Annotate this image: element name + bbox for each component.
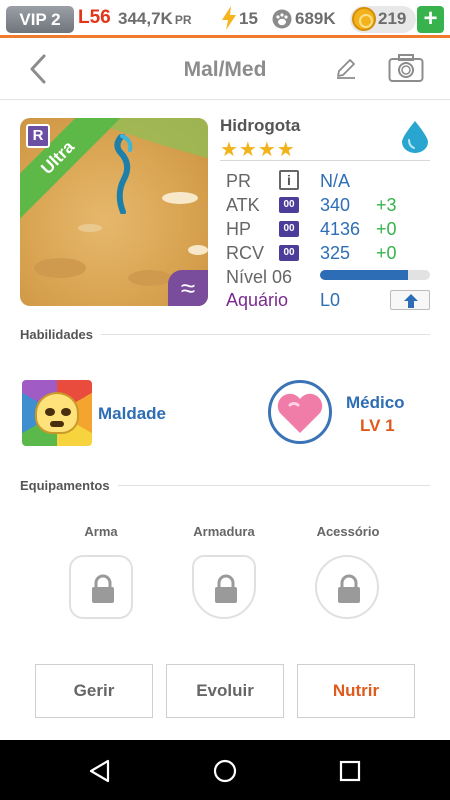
bolt-icon	[222, 6, 236, 30]
lock-icon	[338, 574, 360, 603]
vip-badge[interactable]: VIP 2	[6, 6, 74, 33]
level-label: Nível 06	[226, 267, 293, 287]
stat-bonus-atk: +3	[376, 195, 397, 215]
nav-home-icon[interactable]	[212, 758, 238, 784]
food-value: 689K	[295, 9, 336, 28]
element-badge: ≈	[168, 270, 208, 306]
aquario-label[interactable]: Aquário	[226, 290, 288, 311]
lock-icon	[92, 574, 114, 603]
name-divider	[220, 160, 430, 161]
stat-label-hp: HP	[226, 219, 252, 239]
skill-name-maldade[interactable]: Maldade	[98, 404, 166, 424]
nav-back-icon[interactable]	[87, 758, 113, 784]
slot-armadura[interactable]	[192, 555, 256, 619]
skull-icon	[35, 392, 79, 434]
equipment-title: Equipamentos	[20, 478, 118, 493]
skill-level-medico: LV 1	[360, 416, 395, 435]
paw-icon	[272, 9, 292, 29]
player-level: L56	[78, 7, 111, 28]
nav-recents-icon[interactable]	[337, 758, 363, 784]
stat-badge-rcv: 00	[279, 245, 299, 261]
lock-icon	[215, 574, 237, 603]
skull-eye-left	[45, 408, 55, 416]
slot-label-acessorio: Acessório	[316, 524, 380, 539]
stat-label-rcv: RCV	[226, 243, 265, 263]
upgrade-button[interactable]	[390, 290, 430, 310]
creature-sprite	[114, 134, 133, 214]
aquario-value: L0	[320, 290, 341, 310]
skill-medico-icon[interactable]	[268, 380, 332, 444]
creature-detail-screen: VIP 2 L56 344,7K PR 15 689K 219 + Mal/Med	[0, 0, 450, 800]
slot-acessorio[interactable]	[315, 555, 379, 619]
stat-value-pr: N/A	[320, 171, 351, 191]
energy-value: 15	[239, 9, 258, 28]
skull-eye-right	[61, 408, 71, 416]
skill-name-medico[interactable]: Médico	[346, 393, 405, 413]
level-progress-fill	[320, 270, 408, 280]
add-coins-button[interactable]: +	[417, 6, 444, 33]
stat-label-pr: PR	[226, 171, 252, 191]
coin-icon	[352, 7, 376, 31]
stat-label-atk: ATK	[226, 195, 260, 215]
page-title: Mal/Med	[183, 58, 267, 81]
stat-bonus-hp: +0	[376, 219, 397, 239]
stat-badge-atk: 00	[279, 197, 299, 213]
skill-maldade-icon[interactable]	[22, 380, 92, 446]
camera-icon[interactable]	[388, 53, 424, 83]
stat-value-hp: 4136	[320, 219, 361, 239]
slot-label-armadura: Armadura	[193, 524, 255, 539]
page-header: Mal/Med	[0, 38, 450, 100]
slot-arma[interactable]	[69, 555, 133, 619]
evolve-button[interactable]: Evoluir	[166, 664, 284, 718]
abilities-title: Habilidades	[20, 327, 101, 342]
upgrade-arrow-icon	[404, 294, 418, 308]
stat-bonus-rcv: +0	[376, 243, 397, 263]
power-stat: 344,7K PR	[118, 9, 192, 29]
star-rating: ★★★★	[220, 139, 296, 161]
power-value: 344,7K	[118, 9, 173, 28]
stat-value-atk: 340	[320, 195, 351, 215]
stat-badge-hp: 00	[279, 221, 299, 237]
heart-icon	[277, 393, 323, 433]
feed-button[interactable]: Nutrir	[297, 664, 415, 718]
creature-portrait[interactable]: Ultra R ≈	[20, 118, 208, 306]
rarity-badge: R	[26, 124, 50, 148]
status-bar: VIP 2 L56 344,7K PR 15 689K 219 +	[0, 0, 450, 38]
info-icon[interactable]: i	[279, 170, 299, 190]
water-drop-icon	[402, 121, 428, 153]
skull-mouth	[50, 421, 64, 427]
system-nav-bar	[0, 740, 450, 800]
level-progress-bar	[320, 270, 430, 280]
coin-value: 219	[378, 9, 407, 28]
stat-value-rcv: 325	[320, 243, 351, 263]
power-unit: PR	[174, 13, 192, 27]
creature-name: Hidrogota	[220, 116, 301, 135]
edit-icon[interactable]	[334, 56, 358, 80]
slot-label-arma: Arma	[84, 524, 118, 539]
manage-button[interactable]: Gerir	[35, 664, 153, 718]
